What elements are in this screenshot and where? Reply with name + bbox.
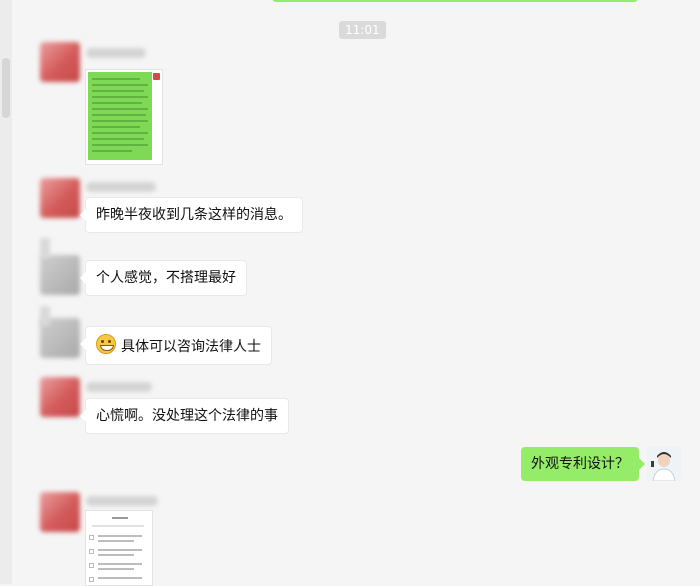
image-text-line	[98, 549, 142, 551]
message-bubble[interactable]: 个人感觉，不搭理最好	[80, 260, 247, 296]
image-text-line	[98, 535, 142, 537]
grin-emoji-icon	[96, 334, 116, 354]
blurred-mark	[40, 306, 50, 326]
image-text-line	[98, 563, 142, 565]
image-checkbox-icon	[89, 549, 94, 554]
previous-message-bubble[interactable]	[272, 0, 638, 2]
image-text-line	[92, 108, 148, 110]
image-checkbox-icon	[89, 535, 94, 540]
message-text: 心慌啊。没处理这个法律的事	[96, 408, 278, 424]
avatar-blurred[interactable]	[40, 255, 80, 295]
image-text-line	[112, 517, 128, 519]
my-message-bubble[interactable]: 外观专利设计？	[521, 447, 645, 481]
image-text-line	[92, 96, 148, 98]
blurred-mark	[40, 238, 50, 258]
image-text-line	[92, 90, 144, 92]
message-bubble[interactable]: 心慌啊。没处理这个法律的事	[80, 398, 289, 434]
avatar-blurred[interactable]	[40, 492, 80, 532]
image-text-line	[98, 568, 134, 570]
image-text-line	[92, 78, 140, 80]
sender-name-blurred	[86, 48, 146, 58]
message-bubble[interactable]: 具体可以咨询法律人士	[80, 326, 272, 365]
image-message[interactable]	[85, 510, 153, 586]
image-text-line	[92, 126, 140, 128]
avatar-blurred[interactable]	[40, 42, 80, 82]
image-text-line	[92, 525, 144, 527]
sender-name-blurred	[86, 182, 156, 192]
message-timestamp: 11:01	[339, 21, 386, 39]
image-text-line	[92, 138, 144, 140]
avatar-blurred[interactable]	[40, 377, 80, 417]
image-text-line	[92, 120, 148, 122]
image-text-line	[92, 150, 132, 152]
message-text: 具体可以咨询法律人士	[121, 339, 261, 355]
image-text-line	[92, 132, 148, 134]
sender-name-blurred	[86, 496, 158, 506]
message-bubble[interactable]: 昨晚半夜收到几条这样的消息。	[80, 197, 303, 233]
avatar-blurred[interactable]	[40, 178, 80, 218]
image-text-line	[92, 144, 148, 146]
scrollbar-thumb[interactable]	[2, 58, 10, 118]
message-text: 个人感觉，不搭理最好	[96, 270, 236, 286]
image-text-line	[92, 102, 142, 104]
image-badge-icon	[153, 73, 160, 80]
image-text-line	[98, 554, 134, 556]
image-text-line	[92, 84, 148, 86]
image-text-line	[92, 114, 146, 116]
image-checkbox-icon	[89, 563, 94, 568]
message-text: 外观专利设计？	[531, 456, 629, 472]
image-text-line	[98, 577, 142, 579]
left-scroll-strip[interactable]	[0, 0, 12, 584]
image-checkbox-icon	[89, 577, 94, 582]
my-avatar[interactable]	[647, 447, 681, 481]
image-message[interactable]	[85, 69, 163, 165]
person-avatar-icon	[647, 447, 681, 481]
sender-name-blurred	[86, 382, 152, 392]
image-text-line	[98, 540, 134, 542]
message-text: 昨晚半夜收到几条这样的消息。	[96, 207, 292, 223]
